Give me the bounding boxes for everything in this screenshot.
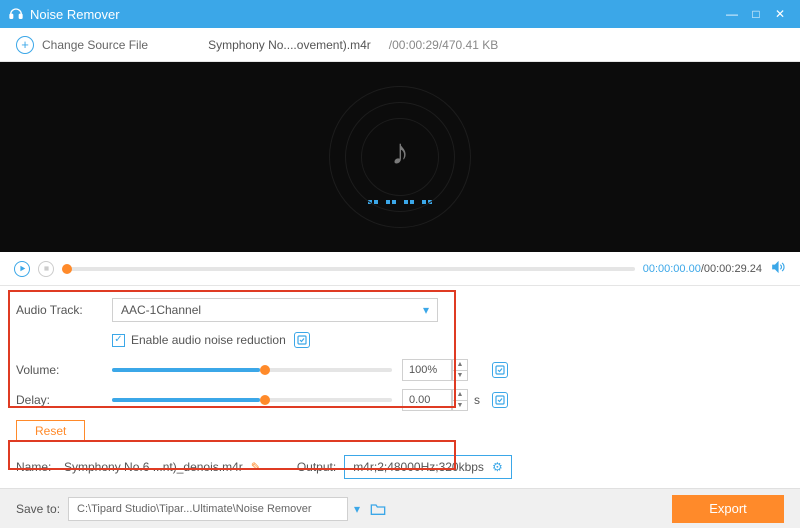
minimize-button[interactable]: — bbox=[720, 4, 744, 24]
volume-knob[interactable] bbox=[260, 365, 270, 375]
time-total: /00:00:29.24 bbox=[701, 263, 762, 275]
close-button[interactable]: ✕ bbox=[768, 4, 792, 24]
step-down[interactable]: ▼ bbox=[453, 401, 467, 411]
chevron-down-icon[interactable]: ▾ bbox=[354, 502, 360, 516]
output-format-value: m4r;2;48000Hz;320kbps bbox=[353, 460, 484, 474]
audio-track-label: Audio Track: bbox=[16, 303, 112, 317]
time-current: 00:00:00.00 bbox=[643, 263, 701, 275]
delay-slider[interactable] bbox=[112, 398, 392, 402]
volume-reset-icon[interactable] bbox=[492, 362, 508, 378]
source-file-meta: /00:00:29/470.41 KB bbox=[389, 38, 498, 52]
enable-noise-label: Enable audio noise reduction bbox=[131, 333, 286, 347]
change-source-button[interactable]: + Change Source File bbox=[16, 36, 148, 54]
delay-reset-icon[interactable] bbox=[492, 392, 508, 408]
volume-row: Volume: 100% ▲▼ bbox=[16, 356, 784, 384]
volume-input[interactable]: 100% bbox=[402, 359, 452, 381]
titlebar: Noise Remover — □ ✕ bbox=[0, 0, 800, 28]
time-display: 00:00:00.00/00:00:29.24 bbox=[643, 263, 762, 275]
name-label: Name: bbox=[16, 460, 64, 474]
equalizer-icon bbox=[368, 200, 432, 204]
step-up[interactable]: ▲ bbox=[453, 360, 467, 371]
output-row: Name: Symphony No.6 ...nt)_denois.m4r ✎ … bbox=[16, 452, 784, 482]
plus-icon: + bbox=[16, 36, 34, 54]
delay-row: Delay: 0.00 ▲▼ s bbox=[16, 386, 784, 414]
output-label: Output: bbox=[297, 460, 336, 474]
settings-panel: Audio Track: AAC-1Channel ▾ ✓ Enable aud… bbox=[0, 286, 800, 488]
music-note-icon: ♪ bbox=[391, 131, 409, 173]
delay-knob[interactable] bbox=[260, 395, 270, 405]
delay-label: Delay: bbox=[16, 393, 112, 407]
change-source-label: Change Source File bbox=[42, 38, 148, 52]
volume-icon[interactable] bbox=[770, 260, 786, 277]
gear-icon[interactable]: ⚙ bbox=[492, 460, 503, 474]
playbar: 00:00:00.00/00:00:29.24 bbox=[0, 252, 800, 286]
audio-disc-visual: ♪ bbox=[325, 82, 475, 232]
delay-stepper[interactable]: ▲▼ bbox=[452, 389, 468, 411]
output-format-box[interactable]: m4r;2;48000Hz;320kbps ⚙ bbox=[344, 455, 512, 479]
save-path-field[interactable]: C:\Tipard Studio\Tipar...Ultimate\Noise … bbox=[68, 497, 348, 521]
volume-slider[interactable] bbox=[112, 368, 392, 372]
play-button[interactable] bbox=[14, 261, 30, 277]
noise-reduction-row: ✓ Enable audio noise reduction bbox=[16, 326, 784, 354]
audio-track-row: Audio Track: AAC-1Channel ▾ bbox=[16, 296, 784, 324]
chevron-down-icon: ▾ bbox=[423, 303, 429, 317]
app-title: Noise Remover bbox=[30, 7, 720, 22]
step-down[interactable]: ▼ bbox=[453, 371, 467, 381]
seek-slider[interactable] bbox=[62, 267, 635, 271]
volume-stepper[interactable]: ▲▼ bbox=[452, 359, 468, 381]
export-button[interactable]: Export bbox=[672, 495, 784, 523]
save-to-label: Save to: bbox=[16, 502, 60, 516]
noise-settings-icon[interactable] bbox=[294, 332, 310, 348]
audio-track-value: AAC-1Channel bbox=[121, 303, 201, 317]
reset-button[interactable]: Reset bbox=[16, 420, 85, 442]
output-name-value: Symphony No.6 ...nt)_denois.m4r bbox=[64, 460, 243, 474]
maximize-button[interactable]: □ bbox=[744, 4, 768, 24]
stop-button[interactable] bbox=[38, 261, 54, 277]
app-logo-icon bbox=[8, 5, 24, 24]
pencil-icon[interactable]: ✎ bbox=[251, 460, 261, 474]
seek-knob[interactable] bbox=[62, 264, 72, 274]
checkbox-icon: ✓ bbox=[112, 334, 125, 347]
source-file-name: Symphony No....ovement).m4r bbox=[208, 38, 371, 52]
step-up[interactable]: ▲ bbox=[453, 390, 467, 401]
audio-track-select[interactable]: AAC-1Channel ▾ bbox=[112, 298, 438, 322]
delay-input[interactable]: 0.00 bbox=[402, 389, 452, 411]
footer: Save to: C:\Tipard Studio\Tipar...Ultima… bbox=[0, 488, 800, 528]
volume-label: Volume: bbox=[16, 363, 112, 377]
open-folder-button[interactable] bbox=[370, 502, 386, 516]
media-preview: ♪ bbox=[0, 62, 800, 252]
delay-unit: s bbox=[474, 393, 484, 407]
toolbar: + Change Source File Symphony No....ovem… bbox=[0, 28, 800, 62]
enable-noise-checkbox[interactable]: ✓ Enable audio noise reduction bbox=[112, 333, 286, 347]
